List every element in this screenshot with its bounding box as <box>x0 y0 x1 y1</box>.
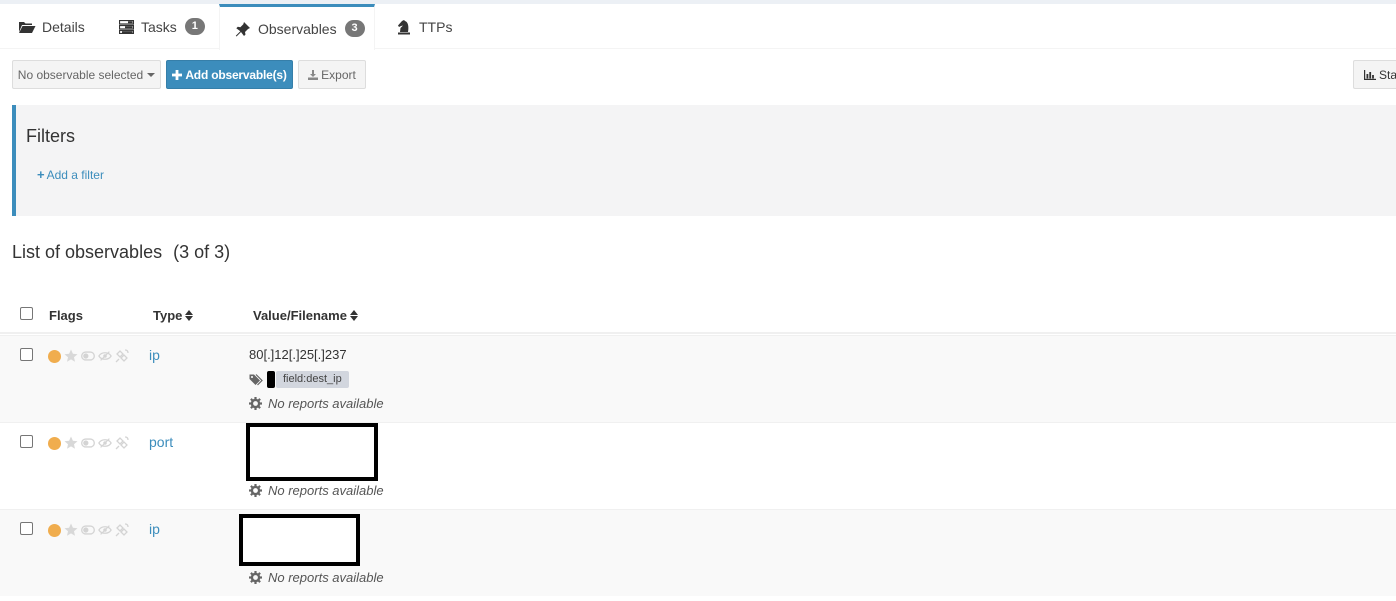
table-row: port No reports available <box>0 422 1396 509</box>
tasks-count-badge: 1 <box>184 18 205 35</box>
download-icon <box>308 69 319 80</box>
sort-icon <box>349 310 358 321</box>
star-icon[interactable] <box>64 523 78 537</box>
filters-title: Filters <box>26 126 75 146</box>
satellite-icon[interactable] <box>115 436 129 450</box>
eye-slash-icon[interactable] <box>98 436 112 450</box>
header-type-label: Type <box>153 308 183 323</box>
tab-tasks[interactable]: Tasks 1 <box>117 4 205 49</box>
tab-observables-label: Observables <box>258 20 337 37</box>
list-title-text: List of observables <box>12 242 163 262</box>
toggle-icon[interactable] <box>81 523 95 537</box>
observable-type-link[interactable]: port <box>149 434 173 450</box>
eye-slash-icon[interactable] <box>98 523 112 537</box>
header-flags-label: Flags <box>49 308 83 323</box>
row-checkbox[interactable] <box>20 435 33 448</box>
row-checkbox[interactable] <box>20 348 33 361</box>
row-checkbox[interactable] <box>20 522 33 535</box>
table-row: ip 80[.]12[.]25[.]237 field:dest_ip No r… <box>0 335 1396 422</box>
observable-type-link[interactable]: ip <box>149 521 160 537</box>
tasks-icon <box>117 19 135 35</box>
chess-knight-icon <box>395 19 413 35</box>
sort-icon <box>185 310 194 321</box>
observables-list-title: List of observables (3 of 3) <box>12 242 230 263</box>
observable-type-link[interactable]: ip <box>149 347 160 363</box>
bar-chart-icon <box>1364 69 1376 80</box>
header-value[interactable]: Value/Filename <box>253 308 358 323</box>
tags-icon <box>249 373 263 386</box>
table-header: Flags Type Value/Filename <box>0 296 1396 334</box>
add-observable-button[interactable]: Add observable(s) <box>166 60 293 89</box>
satellite-icon[interactable] <box>115 523 129 537</box>
star-icon[interactable] <box>64 436 78 450</box>
tlp-dot-icon[interactable] <box>48 349 61 363</box>
toggle-icon[interactable] <box>81 349 95 363</box>
stats-button[interactable]: Sta <box>1353 60 1396 89</box>
plus-icon: + <box>37 167 45 182</box>
row-flags <box>48 523 129 537</box>
reports-text: No reports available <box>268 396 384 411</box>
add-observable-label: Add observable(s) <box>185 67 287 82</box>
tab-bar: Details Tasks 1 Observables 3 TTPs <box>0 4 1396 50</box>
export-button[interactable]: Export <box>298 60 366 89</box>
header-flags: Flags <box>49 308 83 323</box>
export-label: Export <box>321 67 356 82</box>
gear-icon <box>249 397 262 410</box>
row-flags <box>48 349 129 363</box>
tlp-dot-icon[interactable] <box>48 523 61 537</box>
gear-icon <box>249 571 262 584</box>
satellite-icon[interactable] <box>115 349 129 363</box>
table-row: ip No reports available <box>0 509 1396 596</box>
reports-text: No reports available <box>268 483 384 498</box>
observables-count-badge: 3 <box>344 20 365 37</box>
list-count: (3 of 3) <box>173 242 231 262</box>
tab-details[interactable]: Details <box>18 4 85 49</box>
redacted-value <box>246 423 378 481</box>
filters-panel: Filters + Add a filter <box>12 105 1396 216</box>
reports-status: No reports available <box>249 483 384 498</box>
tab-details-label: Details <box>42 18 85 35</box>
pin-icon <box>234 21 252 37</box>
header-value-label: Value/Filename <box>253 308 347 323</box>
observable-value[interactable]: 80[.]12[.]25[.]237 <box>249 347 347 362</box>
header-type[interactable]: Type <box>153 308 194 323</box>
reports-status: No reports available <box>249 396 384 411</box>
star-icon[interactable] <box>64 349 78 363</box>
select-all-checkbox[interactable] <box>20 307 33 320</box>
tab-observables[interactable]: Observables 3 <box>219 4 375 50</box>
toggle-icon[interactable] <box>81 436 95 450</box>
selection-dropdown-label: No observable selected <box>17 67 144 82</box>
stats-label: Sta <box>1379 67 1396 82</box>
gear-icon <box>249 484 262 497</box>
tab-ttps-label: TTPs <box>419 18 453 35</box>
add-filter-link[interactable]: + Add a filter <box>37 167 104 182</box>
tlp-dot-icon[interactable] <box>48 436 61 450</box>
observable-tags: field:dest_ip <box>249 371 349 388</box>
reports-status: No reports available <box>249 570 384 585</box>
redacted-value <box>239 514 360 566</box>
tab-tasks-label: Tasks <box>141 18 177 35</box>
tab-ttps[interactable]: TTPs <box>395 4 452 49</box>
tag-label[interactable]: field:dest_ip <box>276 371 349 388</box>
add-filter-label: Add a filter <box>46 167 104 182</box>
reports-text: No reports available <box>268 570 384 585</box>
eye-slash-icon[interactable] <box>98 349 112 363</box>
plus-icon <box>172 69 183 80</box>
folder-open-icon <box>18 19 36 35</box>
redacted-tag <box>267 371 275 388</box>
caret-down-icon <box>147 72 156 77</box>
selection-dropdown[interactable]: No observable selected <box>12 60 161 89</box>
row-flags <box>48 436 129 450</box>
